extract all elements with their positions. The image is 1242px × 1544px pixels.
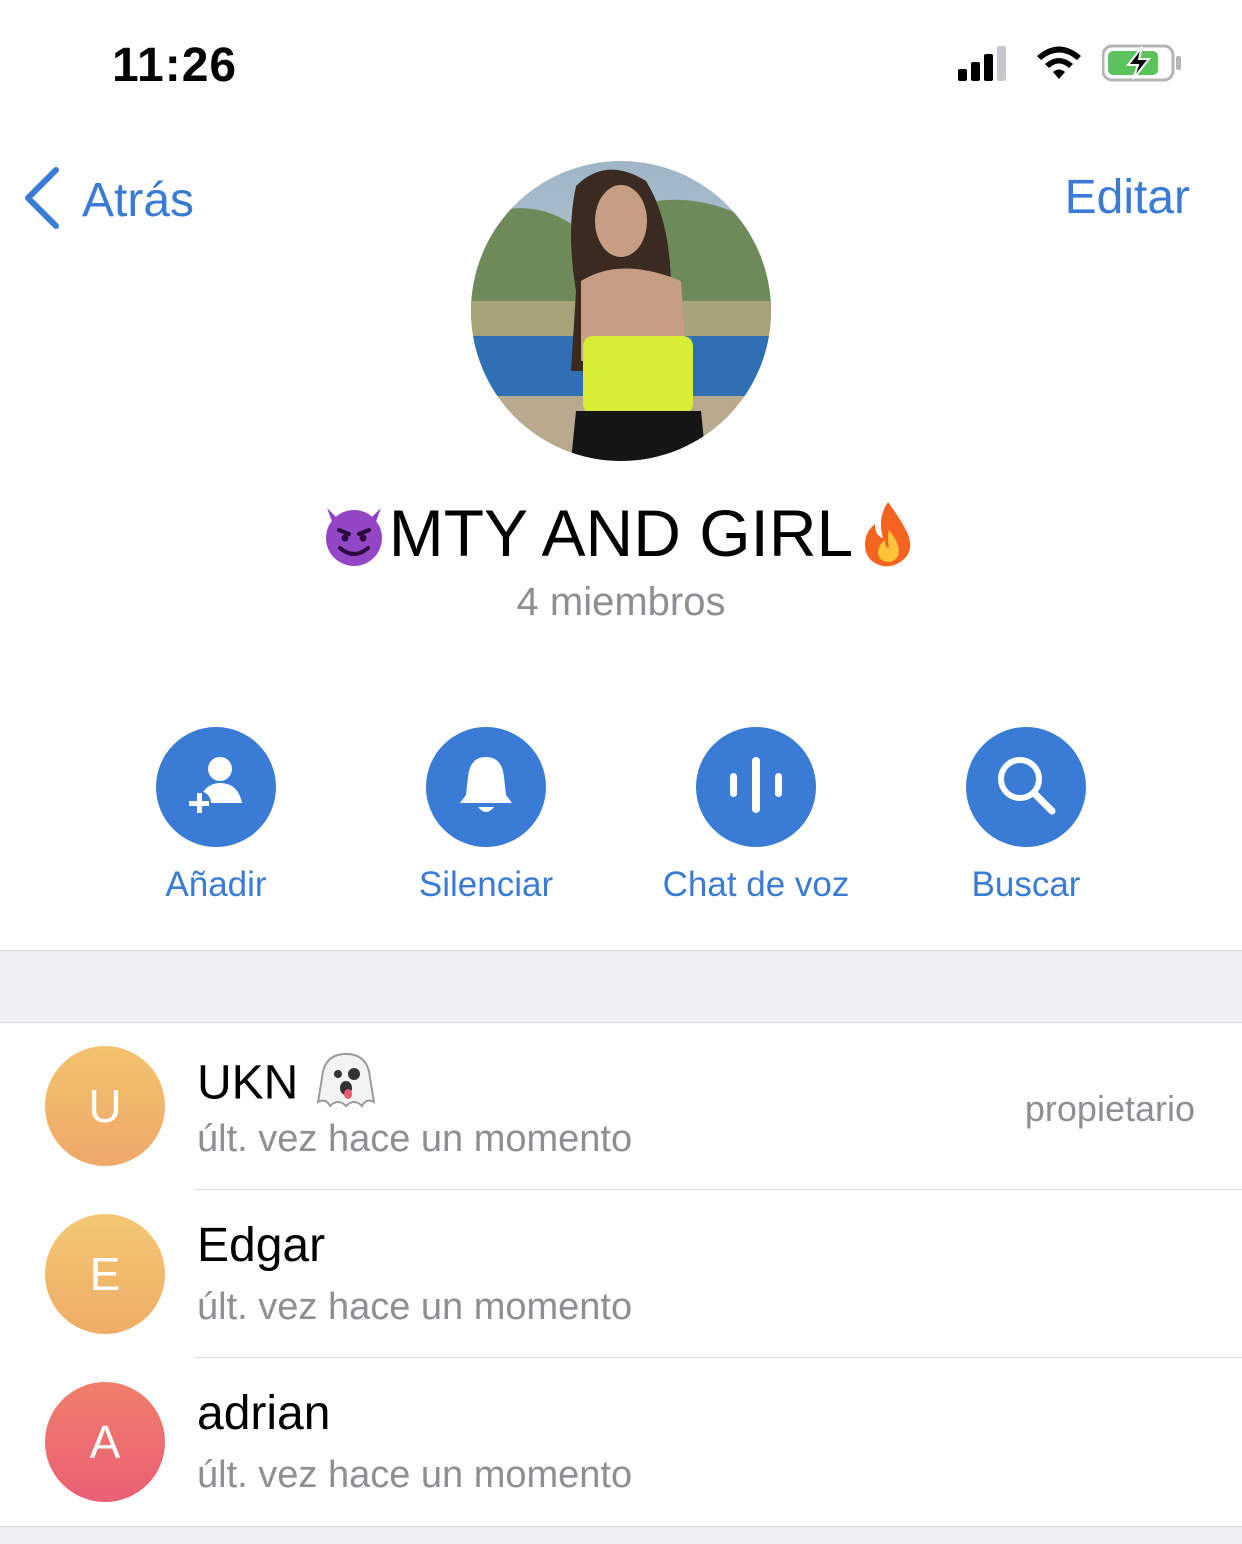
search-label: Buscar <box>971 865 1081 904</box>
edit-button[interactable]: Editar <box>1065 170 1190 225</box>
avatar: U <box>45 1046 165 1166</box>
member-name-text: UKN <box>197 1056 299 1110</box>
back-label: Atrás <box>82 174 195 227</box>
avatar: A <box>45 1382 165 1502</box>
status-time: 11:26 <box>112 39 238 92</box>
add-member-circle <box>156 727 276 847</box>
section-separator <box>0 950 1242 1023</box>
chevron-left-icon <box>22 166 62 235</box>
voice-chat-icon <box>726 753 786 822</box>
mute-button[interactable]: Silenciar <box>356 727 616 905</box>
search-button[interactable]: Buscar <box>896 727 1156 905</box>
battery-icon <box>1101 44 1182 87</box>
signal-icon <box>958 45 1014 86</box>
member-status: últ. vez hace un momento <box>197 1454 633 1496</box>
search-circle <box>966 727 1086 847</box>
add-member-label: Añadir <box>165 865 267 904</box>
group-photo-image <box>471 161 771 461</box>
add-user-icon <box>184 753 248 822</box>
mute-circle <box>426 727 546 847</box>
member-status: últ. vez hace un momento <box>197 1286 633 1328</box>
mute-label: Silenciar <box>418 865 554 904</box>
member-row-adrian[interactable]: A adrian últ. vez hace un momento <box>0 1358 1242 1526</box>
group-title-text: MTY AND GIRL <box>388 496 854 570</box>
smiling-devil-icon <box>319 498 389 568</box>
fire-icon <box>853 498 923 568</box>
voice-chat-button[interactable]: Chat de voz <box>626 727 886 905</box>
member-name: adrian <box>197 1387 331 1440</box>
avatar-initial: U <box>88 1080 122 1132</box>
voice-chat-label: Chat de voz <box>662 865 850 904</box>
member-row-edgar[interactable]: E Edgar últ. vez hace un momento <box>0 1190 1242 1358</box>
avatar: E <box>45 1214 165 1334</box>
wifi-icon <box>1034 45 1084 86</box>
member-name: Edgar <box>197 1219 326 1272</box>
member-status: últ. vez hace un momento <box>197 1118 633 1160</box>
search-icon <box>994 753 1058 822</box>
members-count: 4 miembros <box>516 580 726 624</box>
avatar-initial: E <box>89 1248 121 1300</box>
add-member-button[interactable]: Añadir <box>86 727 346 905</box>
bell-icon <box>456 753 516 822</box>
voice-chat-circle <box>696 727 816 847</box>
status-icons <box>958 44 1182 87</box>
member-role: propietario <box>1024 1088 1195 1129</box>
ghost-icon <box>314 1050 378 1122</box>
member-row-ukn[interactable]: U UKN últ. vez hace un momento propietar… <box>0 1022 1242 1190</box>
member-name: UKN <box>197 1050 378 1122</box>
action-buttons: Añadir Silenciar Chat de voz Buscar <box>0 727 1242 927</box>
back-button[interactable]: Atrás <box>22 166 194 235</box>
bottom-separator <box>0 1526 1242 1544</box>
group-title: MTY AND GIRL <box>0 495 1242 571</box>
avatar-initial: A <box>89 1416 121 1468</box>
member-list: U UKN últ. vez hace un momento propietar… <box>0 1022 1242 1526</box>
status-bar: 11:26 <box>0 0 1242 130</box>
group-avatar[interactable] <box>471 161 771 461</box>
